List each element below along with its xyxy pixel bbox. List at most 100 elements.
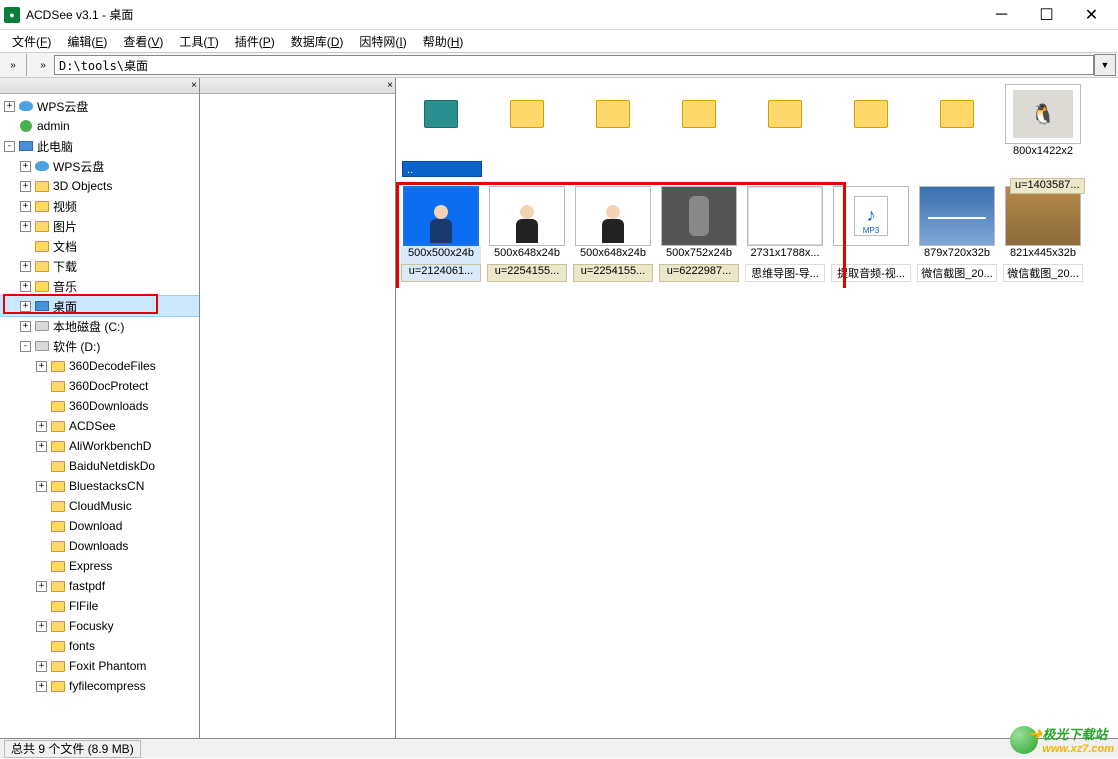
tree-item[interactable]: +3D Objects xyxy=(0,176,199,196)
expand-toggle-icon[interactable]: + xyxy=(36,481,47,492)
folder-item[interactable] xyxy=(916,84,998,162)
tree-label: 音乐 xyxy=(53,278,77,295)
folder-icon xyxy=(50,658,66,674)
tree-item[interactable]: + WPS云盘 xyxy=(0,96,199,116)
status-text: 总共 9 个文件 (8.9 MB) xyxy=(4,740,141,758)
thumbnail-image xyxy=(403,186,479,246)
expand-toggle-icon[interactable]: + xyxy=(20,181,31,192)
tree-label: WPS云盘 xyxy=(37,98,88,115)
minimize-button[interactable]: ─ xyxy=(979,1,1024,29)
expand-toggle-icon[interactable]: - xyxy=(4,141,15,152)
expand-toggle-icon[interactable]: + xyxy=(20,161,31,172)
folder-item[interactable] xyxy=(744,84,826,162)
menu-v[interactable]: 查看(V) xyxy=(115,31,171,52)
tree-item[interactable]: +AliWorkbenchD xyxy=(0,436,199,456)
tree-item[interactable]: -此电脑 xyxy=(0,136,199,156)
watermark-text: 极光下载站 xyxy=(1042,724,1114,743)
thumbnail-view[interactable]: 🐧800x1422x2 .. u=1403587... 500x500x24bu… xyxy=(396,78,1118,288)
tree-item[interactable]: +图片 xyxy=(0,216,199,236)
close-pane-icon[interactable]: × xyxy=(387,80,393,91)
tree-item[interactable]: +fastpdf xyxy=(0,576,199,596)
expand-toggle-icon[interactable]: - xyxy=(20,341,31,352)
toolbar-chevron2-icon[interactable]: » xyxy=(32,54,54,76)
tree-item[interactable]: +Focusky xyxy=(0,616,199,636)
expand-toggle-icon[interactable]: + xyxy=(4,101,15,112)
folder-item[interactable] xyxy=(830,84,912,162)
tree-item[interactable]: +WPS云盘 xyxy=(0,156,199,176)
folder-icon xyxy=(50,538,66,554)
tree-item[interactable]: +视频 xyxy=(0,196,199,216)
file-item[interactable]: 500x648x24bu=2254155... xyxy=(486,186,568,282)
tree-item[interactable]: +下载 xyxy=(0,256,199,276)
expand-toggle-icon[interactable]: + xyxy=(36,581,47,592)
menu-p[interactable]: 插件(P) xyxy=(227,31,283,52)
folder-tree-pane[interactable]: × +WPS云盘admin-此电脑+WPS云盘+3D Objects+视频+图片… xyxy=(0,78,200,738)
folder-item[interactable] xyxy=(486,84,568,162)
tree-item[interactable]: fonts xyxy=(0,636,199,656)
expand-toggle-icon[interactable]: + xyxy=(36,681,47,692)
file-item[interactable]: ♪MP3提取音频-视... xyxy=(830,186,912,282)
menu-t[interactable]: 工具(T) xyxy=(171,31,226,52)
toolbar-chevron-icon[interactable]: » xyxy=(2,54,24,76)
expand-toggle-icon[interactable]: + xyxy=(20,261,31,272)
tree-item[interactable]: + 音乐 xyxy=(0,276,199,296)
expand-toggle-icon[interactable]: + xyxy=(20,321,31,332)
tree-item[interactable]: Downloads xyxy=(0,536,199,556)
file-item[interactable]: 821x445x32b微信截图_20... xyxy=(1002,186,1084,282)
tree-item[interactable]: +360DecodeFiles xyxy=(0,356,199,376)
tree-item[interactable]: +ACDSee xyxy=(0,416,199,436)
tree-item[interactable]: - 软件 (D:) xyxy=(0,336,199,356)
file-item[interactable]: 🐧800x1422x2 xyxy=(1002,84,1084,162)
folder-item[interactable] xyxy=(400,84,482,162)
tree-label: 软件 (D:) xyxy=(53,338,100,355)
tree-item[interactable]: Express xyxy=(0,556,199,576)
dimensions-label: 500x648x24b xyxy=(573,246,653,264)
folder-icon xyxy=(50,358,66,374)
tree-item[interactable]: BaiduNetdiskDo xyxy=(0,456,199,476)
path-dropdown-button[interactable]: ▼ xyxy=(1094,54,1116,76)
menu-d[interactable]: 数据库(D) xyxy=(283,31,352,52)
expand-toggle-icon[interactable]: + xyxy=(36,361,47,372)
file-item[interactable]: 500x500x24bu=2124061... xyxy=(400,186,482,282)
dimensions-label: 800x1422x2 xyxy=(1003,144,1083,162)
expand-toggle-icon[interactable]: + xyxy=(20,301,31,312)
folder-tree[interactable]: +WPS云盘admin-此电脑+WPS云盘+3D Objects+视频+图片文档… xyxy=(0,94,199,698)
tree-label: fonts xyxy=(69,639,95,653)
cloud-icon xyxy=(18,98,34,114)
tree-item[interactable]: Download xyxy=(0,516,199,536)
expand-toggle-icon[interactable]: + xyxy=(20,221,31,232)
path-input[interactable] xyxy=(54,55,1094,75)
tree-item[interactable]: CloudMusic xyxy=(0,496,199,516)
tree-item[interactable]: 360Downloads xyxy=(0,396,199,416)
close-button[interactable]: ✕ xyxy=(1069,1,1114,29)
tree-item[interactable]: +Foxit Phantom xyxy=(0,656,199,676)
folder-item[interactable] xyxy=(572,84,654,162)
tree-item[interactable]: 文档 xyxy=(0,236,199,256)
tree-item[interactable]: +fyfilecompress xyxy=(0,676,199,696)
expand-toggle-icon[interactable]: + xyxy=(36,621,47,632)
menu-i[interactable]: 因特网(I) xyxy=(351,31,414,52)
tree-item[interactable]: admin xyxy=(0,116,199,136)
file-item[interactable]: 2731x1788x...思维导图-导... xyxy=(744,186,826,282)
file-item[interactable]: 500x752x24bu=6222987... xyxy=(658,186,740,282)
tree-item[interactable]: 360DocProtect xyxy=(0,376,199,396)
tree-item[interactable]: +BluestacksCN xyxy=(0,476,199,496)
tree-item[interactable]: +本地磁盘 (C:) xyxy=(0,316,199,336)
folder-item[interactable] xyxy=(658,84,740,162)
menu-h[interactable]: 帮助(H) xyxy=(415,31,472,52)
expand-toggle-icon[interactable]: + xyxy=(20,281,31,292)
expand-toggle-icon[interactable]: + xyxy=(36,441,47,452)
file-item[interactable]: 500x648x24bu=2254155... xyxy=(572,186,654,282)
file-item[interactable]: 879x720x32b微信截图_20... xyxy=(916,186,998,282)
close-pane-icon[interactable]: × xyxy=(191,80,197,91)
menu-f[interactable]: 文件(F) xyxy=(4,31,59,52)
toolbar: » » ▼ xyxy=(0,52,1118,78)
tree-item[interactable]: FlFile xyxy=(0,596,199,616)
watermark-url: www.xz7.com xyxy=(1042,743,1114,755)
menu-e[interactable]: 编辑(E) xyxy=(59,31,115,52)
maximize-button[interactable]: ☐ xyxy=(1024,1,1069,29)
tree-item[interactable]: +桌面 xyxy=(0,296,199,316)
expand-toggle-icon[interactable]: + xyxy=(20,201,31,212)
expand-toggle-icon[interactable]: + xyxy=(36,661,47,672)
expand-toggle-icon[interactable]: + xyxy=(36,421,47,432)
